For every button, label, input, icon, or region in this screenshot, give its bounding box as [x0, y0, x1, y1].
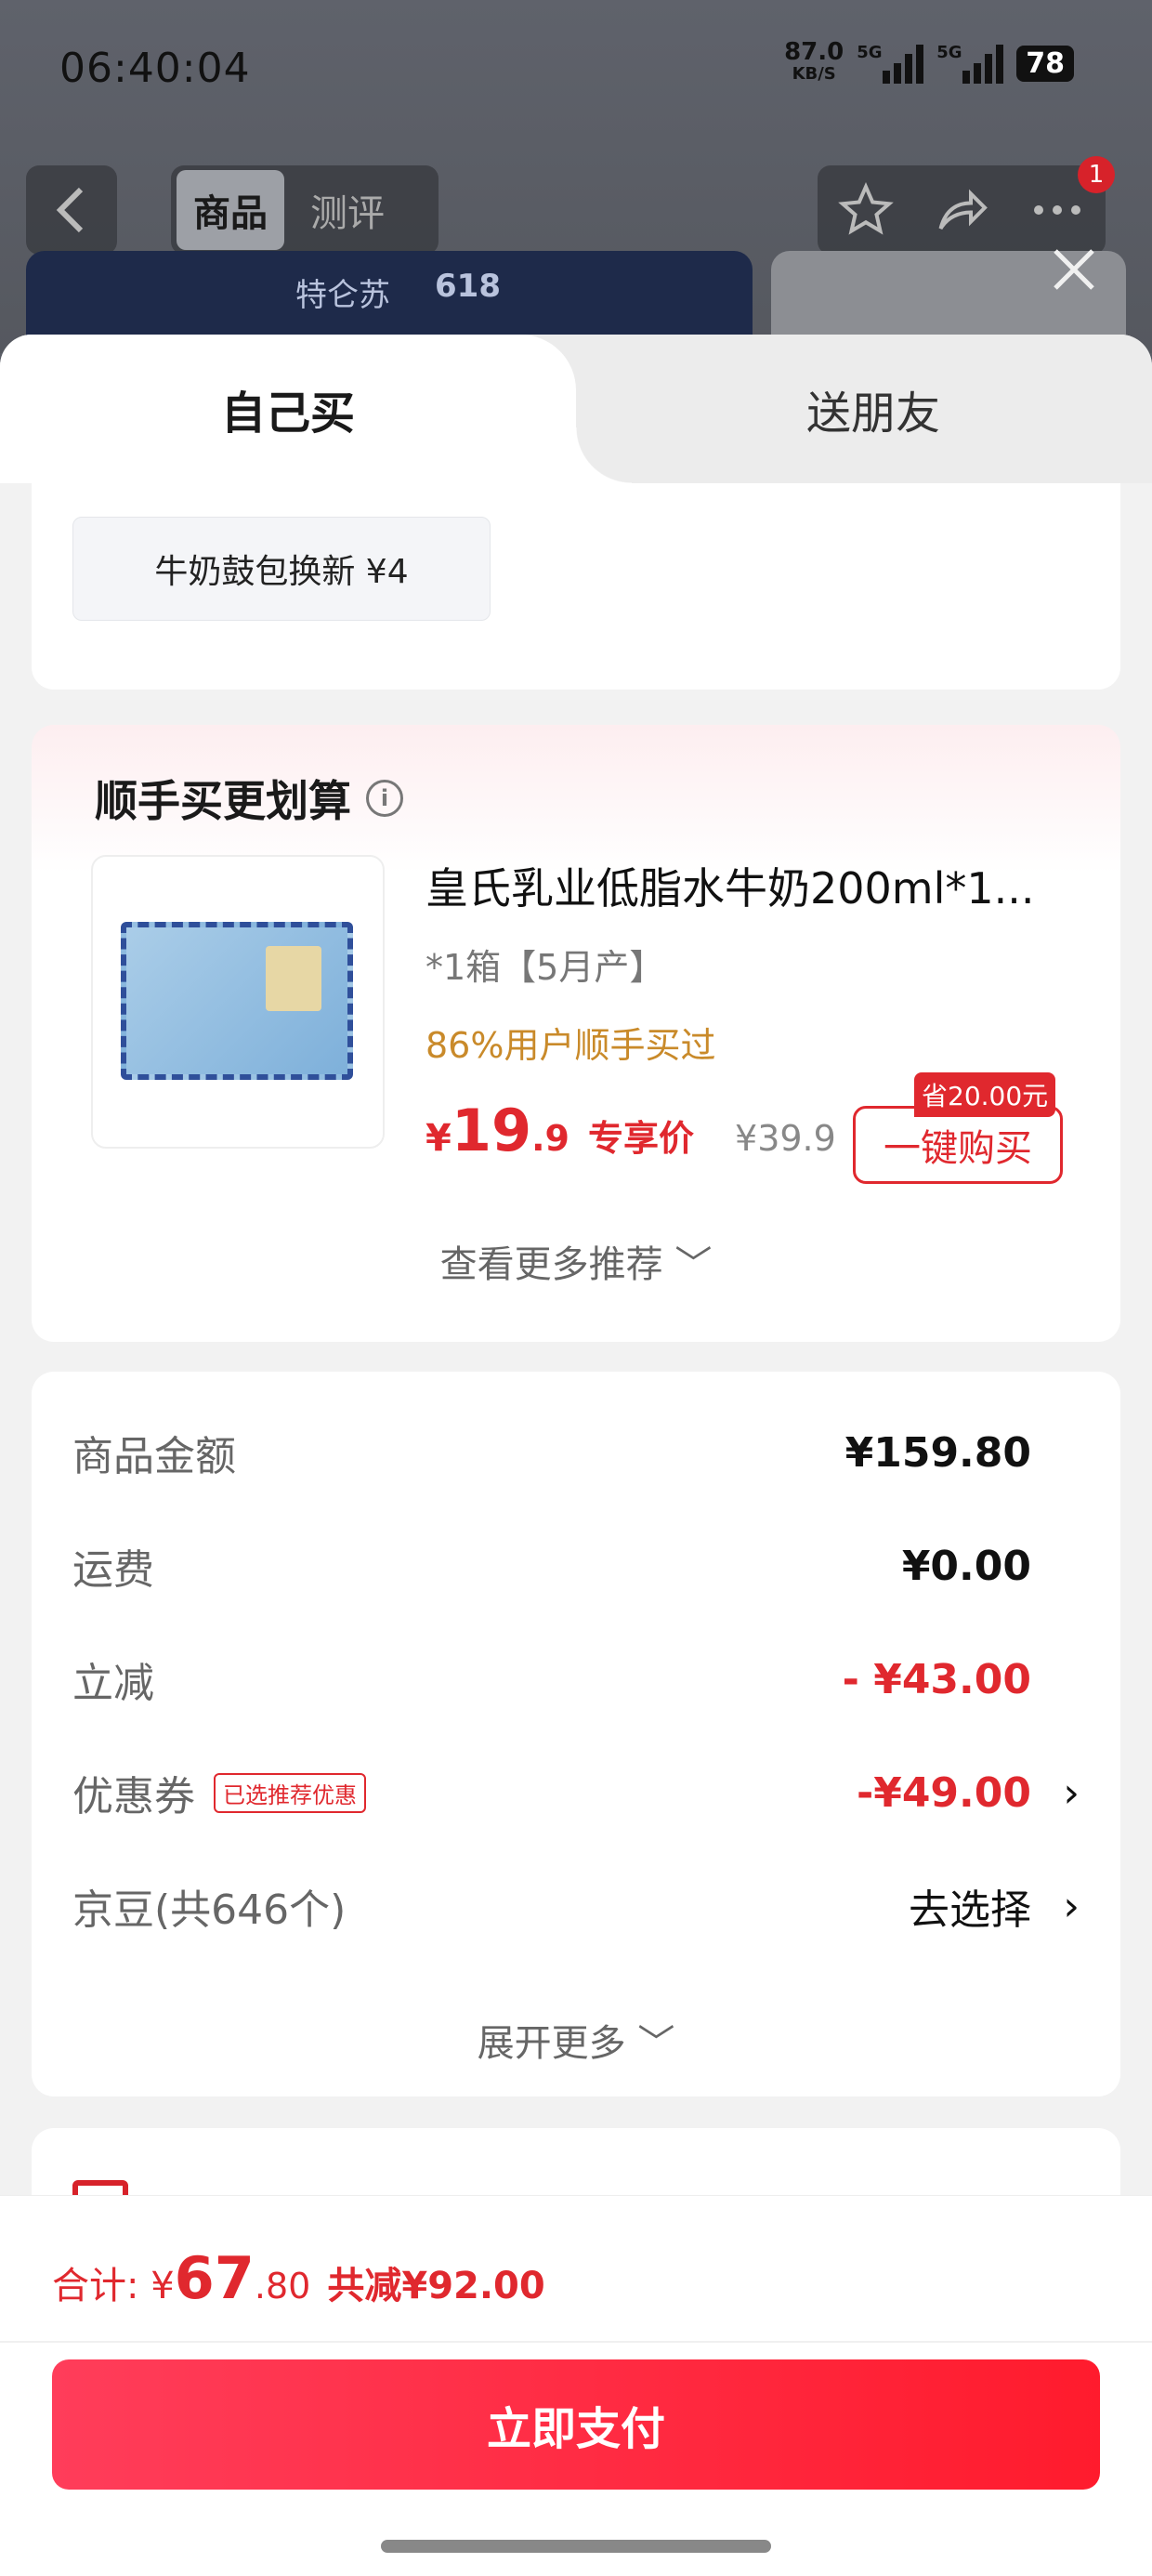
pay-now-button[interactable]: 立即支付	[52, 2359, 1100, 2490]
checkout-footer: 合计: ¥ 67 .80 共减¥92.00 立即支付	[0, 2195, 1152, 2576]
total-saved: 共减¥92.00	[327, 2265, 545, 2307]
back-button[interactable]	[26, 165, 117, 255]
chevron-left-icon	[56, 187, 84, 233]
order-total: 合计: ¥ 67 .80 共减¥92.00	[52, 2244, 545, 2312]
original-price: ¥39.9	[735, 1118, 836, 1159]
chevron-right-icon: ›	[1063, 1882, 1080, 1930]
status-bar-right: 87.0 KB/S 5G 5G 78	[784, 38, 1074, 85]
coupon-recommended-tag: 已选推荐优惠	[214, 1772, 366, 1813]
packaging-replacement-chip[interactable]: 牛奶鼓包换新 ¥4	[72, 517, 491, 621]
product-name[interactable]: 皇氏乳业低脂水牛奶200ml*1...	[425, 855, 1035, 916]
more-icon[interactable]	[1029, 182, 1085, 238]
battery-indicator: 78	[1016, 45, 1074, 82]
tab-review[interactable]: 测评	[294, 170, 401, 250]
signal-icon: 5G	[857, 43, 924, 84]
close-icon[interactable]	[1048, 243, 1100, 296]
star-icon[interactable]	[837, 182, 894, 238]
milk-box-image	[121, 922, 353, 1080]
notification-badge: 1	[1078, 156, 1115, 193]
bundle-title: 顺手买更划算 i	[95, 768, 403, 829]
exclusive-price-tag: 专享价	[588, 1118, 695, 1159]
status-time: 06:40:04	[59, 45, 251, 92]
summary-row-shipping: 运费 ¥0.00	[72, 1542, 1031, 1595]
network-speed: 87.0 KB/S	[784, 38, 844, 84]
expand-more-link[interactable]: 展开更多 ﹀	[32, 2013, 1120, 2067]
save-badge: 省20.00元	[914, 1072, 1056, 1117]
tab-gift-friend[interactable]: 送朋友	[595, 335, 1152, 483]
chevron-right-icon: ›	[1063, 1768, 1080, 1817]
info-icon[interactable]: i	[366, 780, 403, 817]
product-image[interactable]	[91, 855, 385, 1149]
tab-goods[interactable]: 商品	[177, 170, 284, 250]
share-icon[interactable]	[934, 182, 989, 238]
summary-row-coupon[interactable]: 优惠券 已选推荐优惠 -¥49.00 ›	[72, 1760, 1120, 1825]
signal-icon-2: 5G	[936, 43, 1004, 84]
home-indicator[interactable]	[381, 2540, 771, 2553]
summary-row-goods-amount: 商品金额 ¥159.80	[72, 1428, 1031, 1481]
top-actions: 1	[818, 156, 1115, 255]
product-spec: *1箱【5月产】	[425, 947, 665, 988]
summary-row-jd-beans[interactable]: 京豆(共646个) 去选择 ›	[72, 1873, 1120, 1939]
more-recommendations-link[interactable]: 查看更多推荐 ﹀	[32, 1234, 1120, 1288]
service-card: 牛奶鼓包换新 ¥4	[32, 483, 1120, 690]
summary-row-instant-discount: 立减 - ¥43.00	[72, 1655, 1031, 1708]
purchase-mode-tabs: 自己买 送朋友	[0, 335, 1152, 483]
product-price: ¥ 19 .9 专享价 ¥39.9	[425, 1097, 836, 1164]
divider	[0, 2341, 1152, 2343]
one-click-buy-button[interactable]: 一键购买	[853, 1106, 1063, 1184]
top-tabs: 商品 测评	[171, 165, 439, 255]
social-proof: 86%用户顺手买过	[425, 1025, 716, 1066]
tab-buy-for-self[interactable]: 自己买	[0, 335, 632, 483]
bundle-recommendation-card: 顺手买更划算 i 皇氏乳业低脂水牛奶200ml*1... *1箱【5月产】 86…	[32, 725, 1120, 1342]
price-summary-card: 商品金额 ¥159.80 运费 ¥0.00 立减 - ¥43.00 优惠券 已选…	[32, 1372, 1120, 2096]
